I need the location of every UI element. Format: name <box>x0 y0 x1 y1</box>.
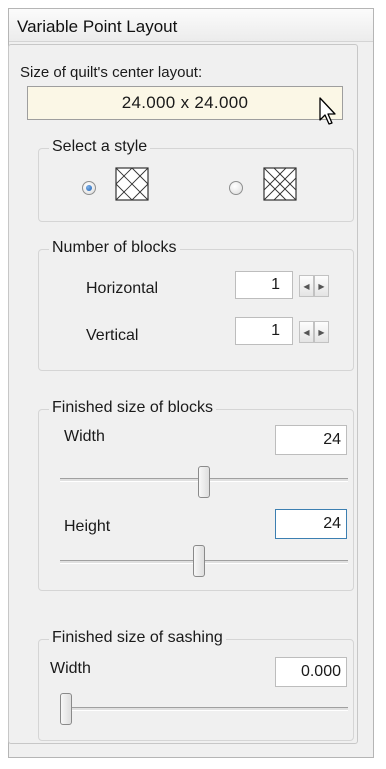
horizontal-increment-arrow-icon[interactable]: ▶ <box>314 275 329 297</box>
center-layout-label: Size of quilt's center layout: <box>20 64 203 81</box>
vertical-blocks-input[interactable]: 1 <box>235 317 293 345</box>
center-layout-size-display: 24.000 x 24.000 <box>27 86 343 120</box>
diagonal-grid-alt-style-icon[interactable] <box>263 167 297 201</box>
finished-size-sashing-legend: Finished size of sashing <box>49 629 226 647</box>
mouse-pointer-icon <box>319 97 336 125</box>
horizontal-decrement-arrow-icon[interactable]: ◀ <box>299 275 314 297</box>
block-width-slider-thumb[interactable] <box>198 466 210 498</box>
title-bar: Variable Point Layout <box>9 9 373 42</box>
sashing-width-input[interactable]: 0.000 <box>275 657 347 687</box>
radio-selected-dot <box>86 185 92 191</box>
style-1-radio[interactable] <box>82 181 96 195</box>
sashing-width-label: Width <box>50 660 91 677</box>
vertical-increment-arrow-icon[interactable]: ▶ <box>314 321 329 343</box>
horizontal-label: Horizontal <box>86 280 159 297</box>
sashing-width-slider-thumb[interactable] <box>60 693 72 725</box>
panel-title: Variable Point Layout <box>17 17 178 36</box>
horizontal-blocks-input[interactable]: 1 <box>235 271 293 299</box>
vertical-spinner[interactable]: ◀ ▶ <box>299 321 329 343</box>
block-height-input[interactable]: 24 <box>275 509 347 539</box>
sashing-width-slider-track[interactable] <box>60 707 348 711</box>
horizontal-spinner[interactable]: ◀ ▶ <box>299 275 329 297</box>
vertical-decrement-arrow-icon[interactable]: ◀ <box>299 321 314 343</box>
finished-size-blocks-legend: Finished size of blocks <box>49 399 216 417</box>
block-width-input[interactable]: 24 <box>275 425 347 455</box>
diagonal-grid-style-icon[interactable] <box>115 167 149 201</box>
finished-size-sashing-group: Finished size of sashing <box>38 629 354 741</box>
select-style-legend: Select a style <box>49 138 151 156</box>
block-height-label: Height <box>64 518 111 535</box>
vertical-label: Vertical <box>86 327 139 344</box>
style-2-radio[interactable] <box>229 181 243 195</box>
number-of-blocks-legend: Number of blocks <box>49 239 180 257</box>
block-width-label: Width <box>64 428 105 445</box>
block-height-slider-thumb[interactable] <box>193 545 205 577</box>
number-of-blocks-group: Number of blocks <box>38 239 354 371</box>
